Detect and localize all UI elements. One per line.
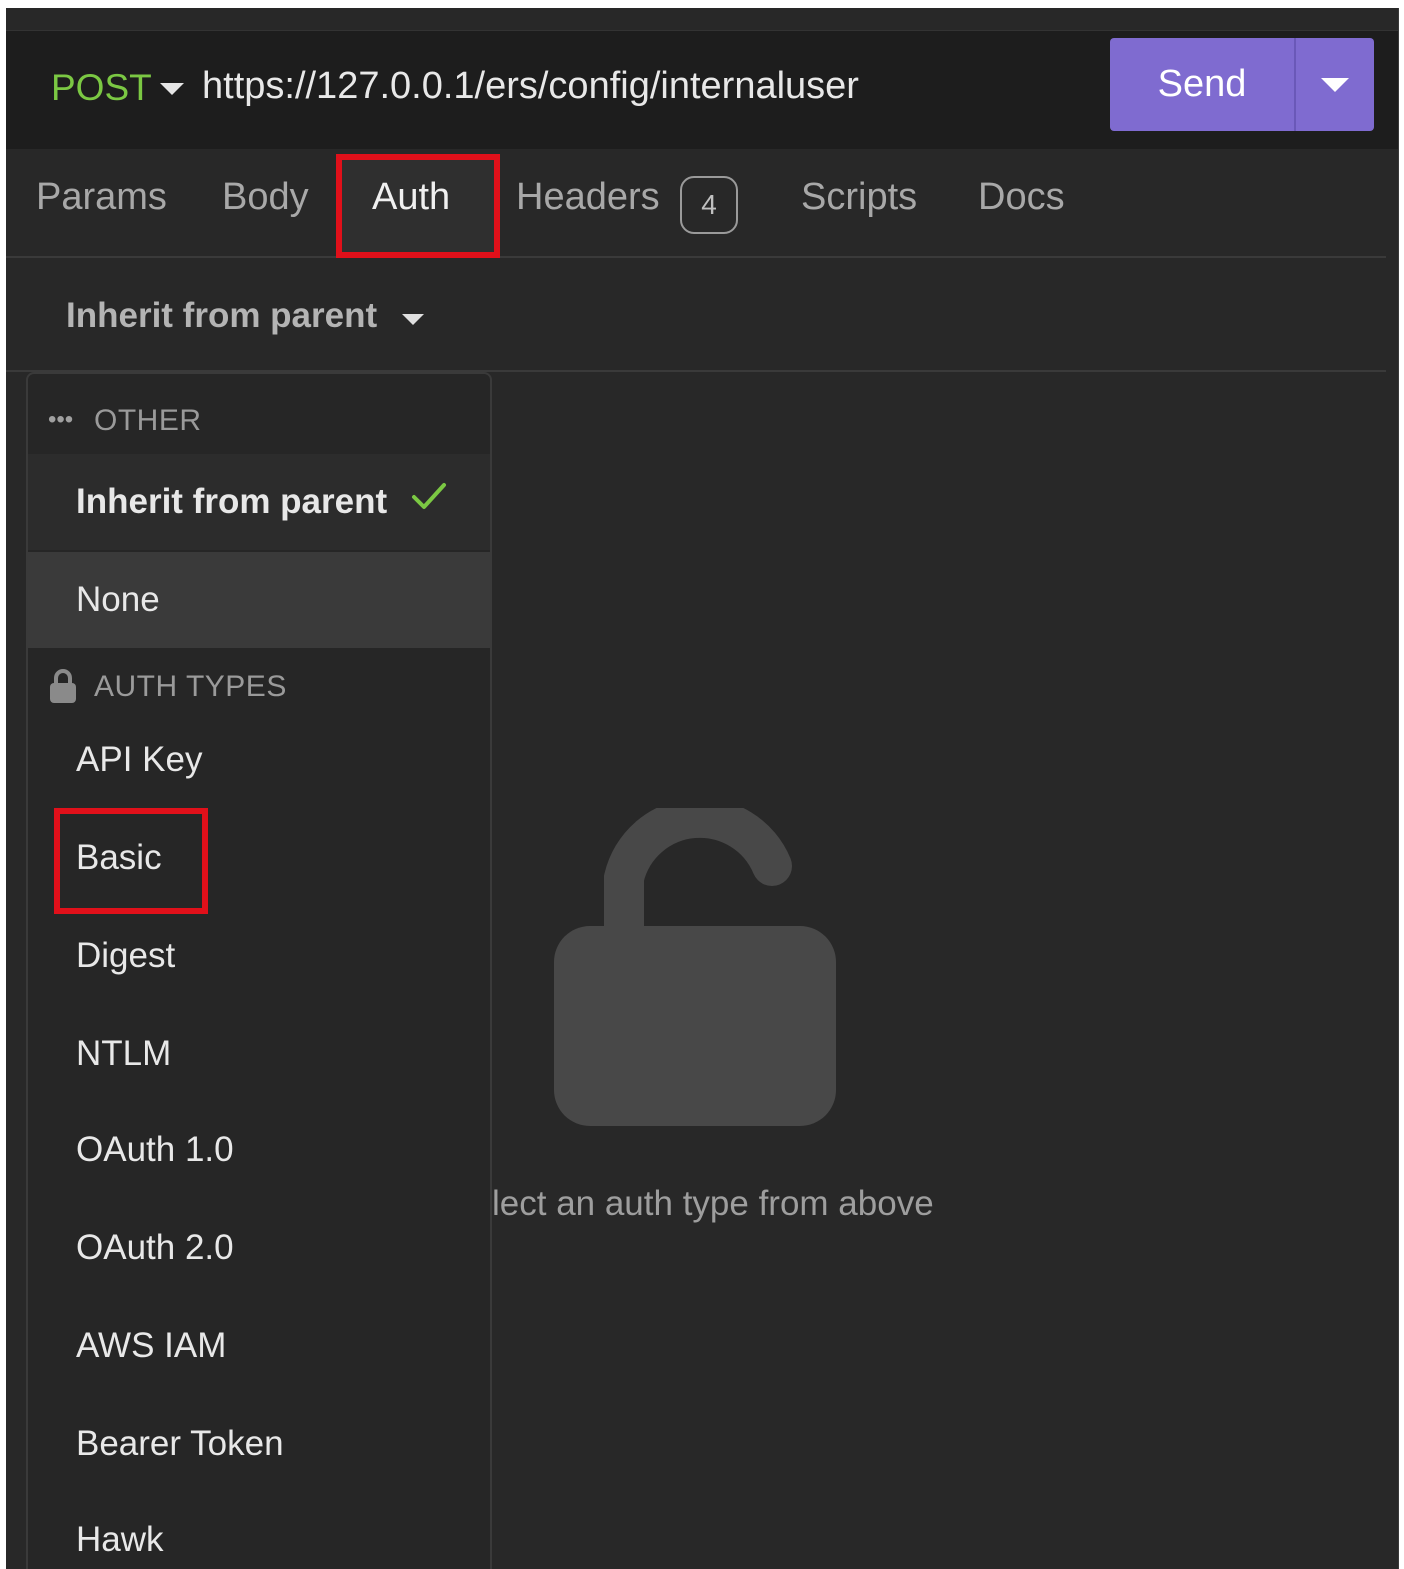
tab-params[interactable]: Params (36, 176, 167, 219)
dropdown-item-api-key[interactable]: API Key (28, 712, 490, 808)
dropdown-item-label: OAuth 1.0 (76, 1130, 234, 1169)
tab-docs[interactable]: Docs (978, 176, 1065, 219)
tab-headers[interactable]: Headers (516, 176, 660, 219)
send-options-chevron-down-icon[interactable] (1296, 38, 1374, 131)
dropdown-item-label: Hawk (76, 1520, 164, 1559)
method-chevron-down-icon[interactable] (160, 83, 184, 95)
dropdown-item-label: Inherit from parent (76, 482, 388, 521)
dropdown-item-bearer-token[interactable]: Bearer Token (28, 1396, 490, 1492)
auth-type-selector-row: Inherit from parent (6, 258, 1386, 372)
dropdown-item-label: Digest (76, 936, 176, 975)
dropdown-item-none[interactable]: None (28, 552, 490, 648)
dropdown-item-label: NTLM (76, 1034, 172, 1073)
send-button-group: Send (1110, 38, 1374, 131)
dropdown-item-ntlm[interactable]: NTLM (28, 1006, 490, 1102)
basic-item-highlight (54, 808, 208, 914)
request-tabs: Params Body Auth Headers 4 Scripts Docs (6, 148, 1386, 258)
ellipsis-icon: ••• (48, 406, 74, 433)
tab-body[interactable]: Body (222, 176, 309, 219)
auth-tab-highlight (336, 154, 500, 258)
dropdown-item-label: OAuth 2.0 (76, 1228, 234, 1267)
method-selector[interactable]: POST (51, 67, 152, 109)
dropdown-item-label: API Key (76, 740, 203, 779)
empty-state-message: lect an auth type from above (492, 1184, 934, 1223)
section-header-other: OTHER (94, 404, 202, 437)
dropdown-item-label: AWS IAM (76, 1326, 227, 1365)
dropdown-item-label: Bearer Token (76, 1424, 284, 1463)
dropdown-item-label: None (76, 580, 160, 619)
dropdown-item-digest[interactable]: Digest (28, 908, 490, 1004)
url-input[interactable]: https://127.0.0.1/ers/config/internaluse… (202, 65, 859, 108)
tab-scripts[interactable]: Scripts (801, 176, 917, 219)
unlocked-padlock-icon (554, 808, 836, 1126)
dropdown-item-inherit-from-parent[interactable]: Inherit from parent (28, 454, 490, 550)
dropdown-item-hawk[interactable]: Hawk (28, 1492, 490, 1569)
url-bar: POST https://127.0.0.1/ers/config/intern… (6, 30, 1398, 149)
dropdown-item-oauth-1[interactable]: OAuth 1.0 (28, 1102, 490, 1198)
dropdown-section-other: ••• OTHER (28, 384, 490, 456)
dropdown-item-aws-iam[interactable]: AWS IAM (28, 1298, 490, 1394)
auth-type-dropdown: ••• OTHER Inherit from parent None AUTH … (26, 372, 492, 1569)
auth-type-selector[interactable]: Inherit from parent (66, 296, 377, 336)
checkmark-icon (412, 483, 446, 509)
app-window: POST https://127.0.0.1/ers/config/intern… (6, 8, 1399, 1569)
send-button[interactable]: Send (1110, 38, 1294, 131)
lock-icon (50, 669, 76, 703)
headers-count-badge: 4 (680, 176, 738, 234)
auth-type-chevron-down-icon[interactable] (402, 314, 424, 325)
section-header-auth-types: AUTH TYPES (94, 670, 287, 703)
dropdown-item-oauth-2[interactable]: OAuth 2.0 (28, 1200, 490, 1296)
